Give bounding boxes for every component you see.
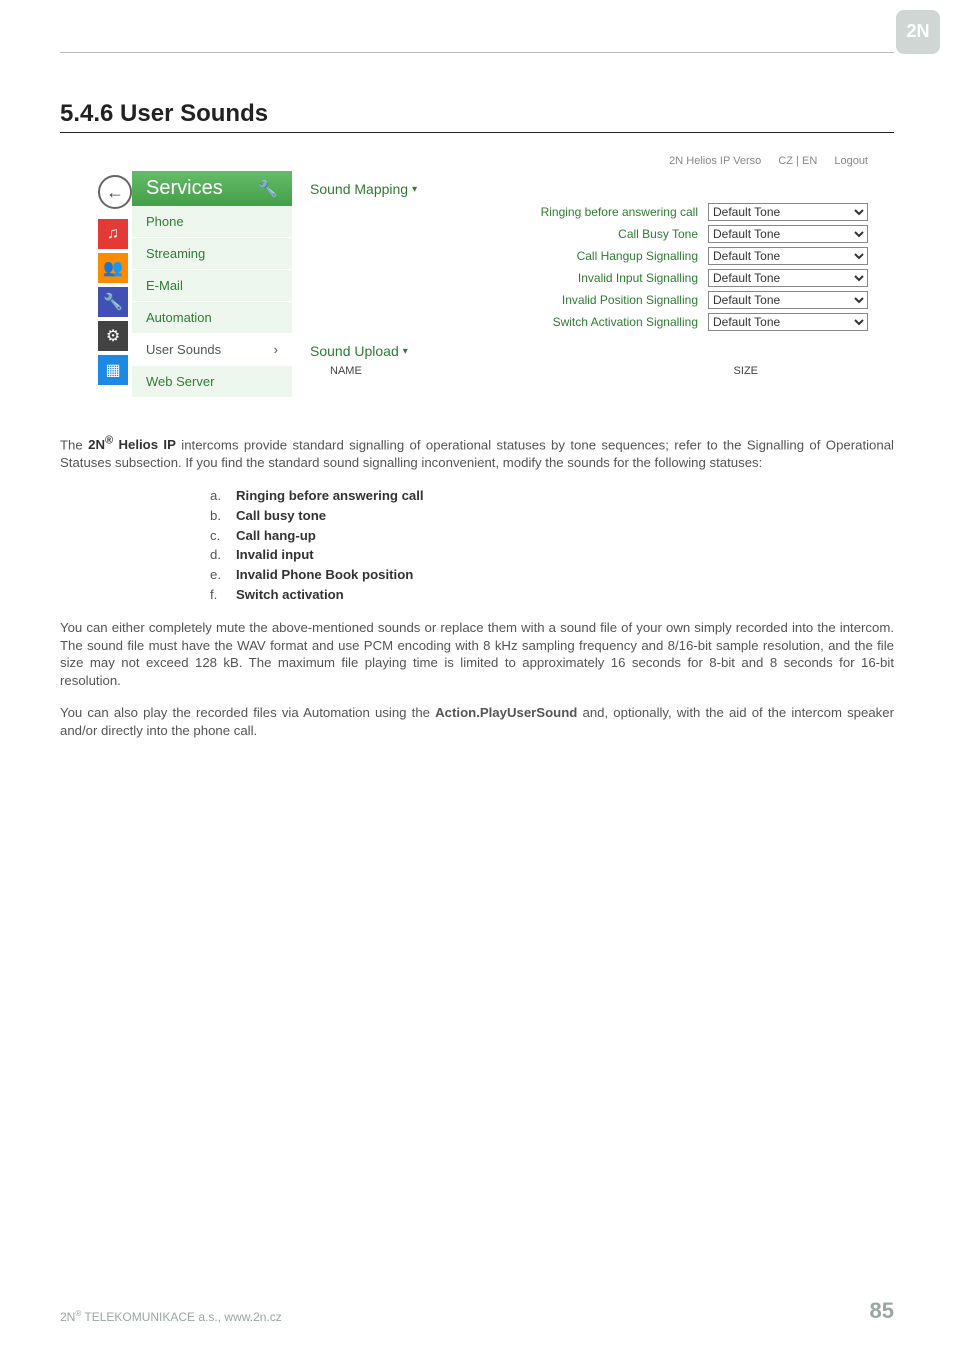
col-size: SIZE (734, 365, 758, 377)
nav-tile-hardware[interactable]: ⚙ (98, 321, 128, 351)
chevron-right-icon: › (274, 342, 278, 357)
svg-text:2N: 2N (906, 21, 929, 41)
paragraph-3: You can also play the recorded files via… (60, 704, 894, 740)
sidebar-item-label: User Sounds (146, 342, 221, 357)
list-item: b.Call busy tone (210, 506, 894, 526)
mapping-row-invalid-input: Invalid Input Signalling Default Tone (310, 267, 878, 289)
intro-paragraph: The 2N® Helios IP intercoms provide stan… (60, 434, 894, 472)
sidebar-item-streaming[interactable]: Streaming (132, 238, 292, 270)
mapping-label: Call Hangup Signalling (310, 249, 698, 263)
paragraph-2: You can either completely mute the above… (60, 619, 894, 690)
mapping-label: Invalid Input Signalling (310, 271, 698, 285)
sidebar: Services 🔧 Phone Streaming E-Mail Automa… (132, 171, 292, 398)
icon-rail: ← ♫ 👥 🔧 ⚙ ▦ (98, 171, 132, 398)
mapping-label: Ringing before answering call (310, 205, 698, 219)
admin-screenshot: 2N Helios IP Verso CZ | EN Logout ← ♫ 👥 … (98, 149, 894, 398)
nav-tile-status[interactable]: ♫ (98, 219, 128, 249)
page-footer: 2N® TELEKOMUNIKACE a.s., www.2n.cz 85 (60, 1297, 894, 1324)
brand-logo: 2N (896, 10, 940, 54)
upload-table-header: NAME SIZE (310, 363, 878, 377)
col-name: NAME (330, 365, 362, 377)
logout-link[interactable]: Logout (834, 155, 868, 167)
sidebar-item-email[interactable]: E-Mail (132, 270, 292, 302)
mapping-row-invalid-position: Invalid Position Signalling Default Tone (310, 289, 878, 311)
sidebar-item-web-server[interactable]: Web Server (132, 366, 292, 398)
mapping-select-hangup[interactable]: Default Tone (708, 247, 868, 265)
sound-mapping-title: Sound Mapping (310, 181, 408, 197)
sidebar-title: Services (146, 177, 223, 200)
mapping-label: Call Busy Tone (310, 227, 698, 241)
device-name: 2N Helios IP Verso (669, 155, 761, 167)
list-item: d.Invalid input (210, 545, 894, 565)
sidebar-item-user-sounds[interactable]: User Sounds › (132, 334, 292, 366)
topbar: 2N Helios IP Verso CZ | EN Logout (98, 149, 878, 171)
mapping-row-busy: Call Busy Tone Default Tone (310, 223, 878, 245)
list-item: a.Ringing before answering call (210, 486, 894, 506)
page-title: 5.4.6 User Sounds (60, 100, 894, 128)
sound-mapping-header[interactable]: Sound Mapping ▾ (310, 181, 878, 197)
nav-tile-directory[interactable]: 👥 (98, 253, 128, 283)
language-switch[interactable]: CZ | EN (778, 155, 817, 167)
nav-tile-services[interactable]: 🔧 (98, 287, 128, 317)
title-underline (60, 132, 894, 133)
back-button[interactable]: ← (98, 175, 132, 209)
mapping-label: Switch Activation Signalling (310, 315, 698, 329)
main-panel: Sound Mapping ▾ Ringing before answering… (292, 171, 878, 398)
mapping-select-busy[interactable]: Default Tone (708, 225, 868, 243)
mapping-row-switch-activation: Switch Activation Signalling Default Ton… (310, 311, 878, 333)
sound-upload-title: Sound Upload (310, 343, 399, 359)
chevron-down-icon: ▾ (403, 346, 408, 357)
chevron-down-icon: ▾ (412, 184, 417, 195)
page-number: 85 (870, 1298, 894, 1324)
mapping-select-invalid-position[interactable]: Default Tone (708, 291, 868, 309)
list-item: e.Invalid Phone Book position (210, 565, 894, 585)
sound-upload-header[interactable]: Sound Upload ▾ (310, 343, 878, 359)
mapping-select-ringing[interactable]: Default Tone (708, 203, 868, 221)
wrench-icon: 🔧 (258, 179, 278, 199)
mapping-select-invalid-input[interactable]: Default Tone (708, 269, 868, 287)
sidebar-item-phone[interactable]: Phone (132, 206, 292, 238)
mapping-select-switch-activation[interactable]: Default Tone (708, 313, 868, 331)
sidebar-header: Services 🔧 (132, 171, 292, 206)
header-rule (60, 52, 894, 53)
nav-tile-system[interactable]: ▦ (98, 355, 128, 385)
mapping-label: Invalid Position Signalling (310, 293, 698, 307)
mapping-row-hangup: Call Hangup Signalling Default Tone (310, 245, 878, 267)
sidebar-item-automation[interactable]: Automation (132, 302, 292, 334)
status-list: a.Ringing before answering call b.Call b… (210, 486, 894, 605)
mapping-row-ringing: Ringing before answering call Default To… (310, 201, 878, 223)
list-item: f.Switch activation (210, 585, 894, 605)
list-item: c.Call hang-up (210, 526, 894, 546)
footer-company: 2N® TELEKOMUNIKACE a.s., www.2n.cz (60, 1309, 282, 1324)
